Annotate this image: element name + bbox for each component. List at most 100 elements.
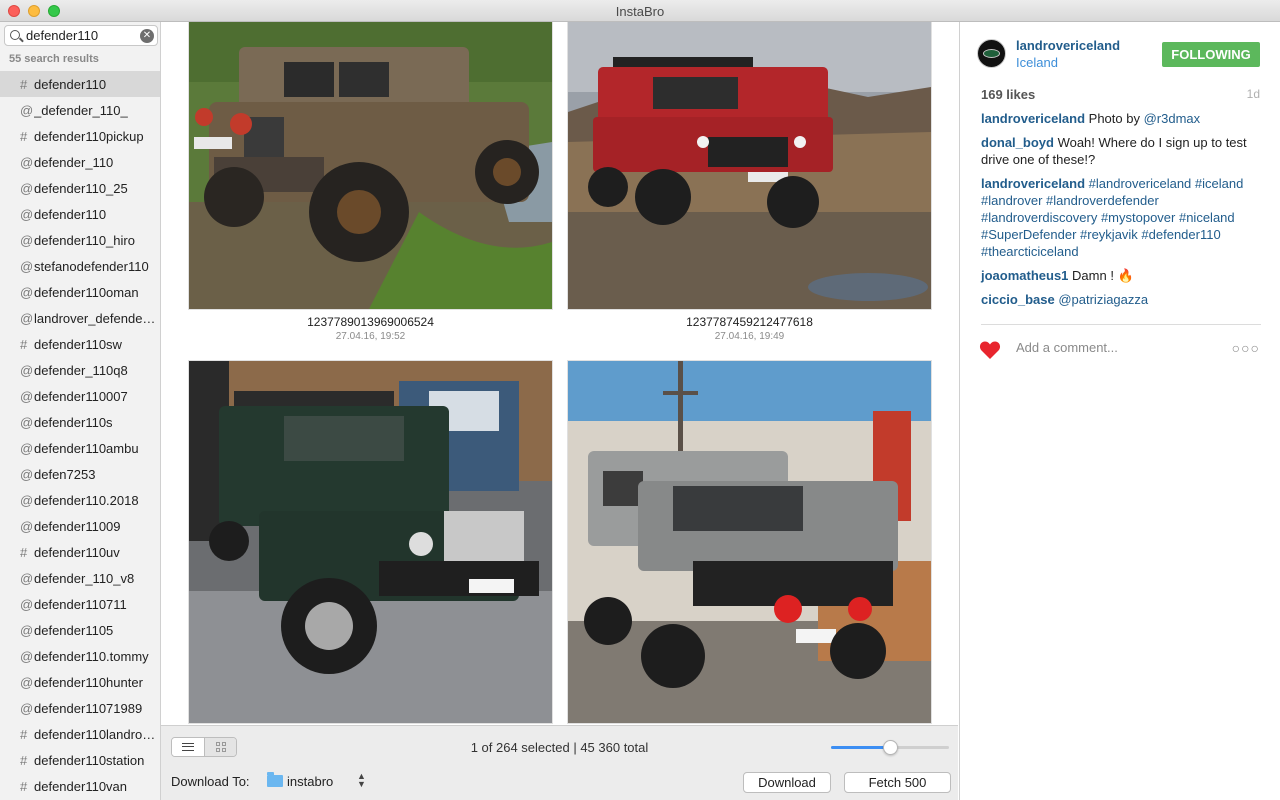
search-result-item[interactable]: # defender110station [0, 747, 160, 773]
search-result-item[interactable]: @ _defender_110_ [0, 97, 160, 123]
photo-tile[interactable] [568, 22, 931, 309]
post-detail-panel: landrovericeland Iceland FOLLOWING 169 l… [959, 22, 1280, 800]
popup-arrows-icon[interactable]: ▲ ▼ [357, 772, 366, 789]
search-result-item[interactable]: # defender110van [0, 773, 160, 799]
photo-id: 1237787459212477618 [686, 315, 813, 329]
window-title: InstaBro [615, 4, 665, 19]
search-result-label: defender110hunter [34, 674, 143, 690]
search-result-item[interactable]: @ defender11009 [0, 513, 160, 539]
search-result-item[interactable]: # defender110 [0, 71, 160, 97]
search-result-label: defender110 [34, 206, 107, 222]
download-button[interactable]: Download [743, 772, 831, 793]
photo-tile[interactable] [189, 22, 552, 309]
search-result-item[interactable]: @ defender110hunter [0, 669, 160, 695]
search-result-label: defender110 [34, 76, 107, 92]
search-result-label: defender110s [34, 414, 113, 430]
search-result-item[interactable]: @ defender110s [0, 409, 160, 435]
user-icon: @ [20, 596, 34, 612]
search-result-item[interactable]: @ defender110007 [0, 383, 160, 409]
comment-tags[interactable]: @patriziagazza [1055, 292, 1148, 307]
comment-text: Damn ! 🔥 [1068, 268, 1134, 283]
search-result-label: defender110.tommy [34, 648, 149, 664]
user-icon: @ [20, 102, 34, 118]
likes-count: 169 likes [981, 87, 1036, 102]
post-location[interactable]: Iceland [1016, 55, 1058, 70]
search-result-label: defender110_hiro [34, 232, 135, 248]
search-result-label: defender1105 [34, 622, 114, 638]
download-folder-select[interactable]: instabro [287, 774, 333, 789]
hashtag-icon: # [20, 726, 28, 742]
zoom-slider[interactable] [831, 740, 951, 755]
search-result-label: defender110sw [34, 336, 122, 352]
hashtag-icon: # [20, 128, 28, 144]
search-result-item[interactable]: @ defender1105 [0, 617, 160, 643]
search-result-item[interactable]: @ defender110_25 [0, 175, 160, 201]
more-options-icon[interactable]: ○○○ [1232, 340, 1260, 356]
bottom-toolbar: 1 of 264 selected | 45 360 total Downloa… [161, 725, 958, 800]
search-result-item[interactable]: @ stefanodefender110 [0, 253, 160, 279]
search-result-item[interactable]: @ defender110ambu [0, 435, 160, 461]
photo-tile[interactable] [189, 361, 552, 723]
search-input[interactable] [26, 27, 136, 44]
comment-author[interactable]: landrovericeland [981, 176, 1085, 191]
comment-author[interactable]: landrovericeland [981, 111, 1085, 126]
search-result-label: defender11009 [34, 518, 121, 534]
comment-author[interactable]: joaomatheus1 [981, 268, 1068, 283]
comments-list: landrovericeland Photo by @r3dmax donal_b… [981, 110, 1266, 315]
user-icon: @ [20, 518, 34, 534]
search-result-item[interactable]: @ defender_110_v8 [0, 565, 160, 591]
search-result-label: defender110oman [34, 284, 139, 300]
following-button[interactable]: FOLLOWING [1162, 42, 1260, 67]
photo-caption: 1237789013969006524 27.04.16, 19:52 [189, 315, 552, 342]
search-result-item[interactable]: @ defender110_hiro [0, 227, 160, 253]
folder-icon [267, 772, 283, 787]
search-result-item[interactable]: @ defender110711 [0, 591, 160, 617]
avatar[interactable] [977, 39, 1006, 68]
search-result-label: defender110.2018 [34, 492, 139, 508]
user-icon: @ [20, 232, 34, 248]
comment: landrovericeland Photo by @r3dmax [981, 110, 1266, 127]
title-bar: InstaBro [0, 0, 1280, 22]
add-comment-input[interactable]: Add a comment... [1016, 340, 1118, 355]
search-result-label: stefanodefender110 [34, 258, 149, 274]
search-sidebar: ✕ 55 search results #defender110@_defend… [0, 22, 161, 800]
hashtag-icon: # [20, 336, 28, 352]
user-icon: @ [20, 414, 34, 430]
photo-id: 1237789013969006524 [307, 315, 434, 329]
download-to-label: Download To: [171, 774, 250, 789]
search-result-item[interactable]: @ defender11071989 [0, 695, 160, 721]
search-results-list: # defender110 @ _defender_110_ # defender110p… [0, 71, 160, 799]
search-result-item[interactable]: @ defender110oman [0, 279, 160, 305]
search-result-item[interactable]: @ defender110 [0, 201, 160, 227]
post-username[interactable]: landrovericeland [1016, 38, 1120, 53]
user-icon: @ [20, 362, 34, 378]
comment-author[interactable]: donal_boyd [981, 135, 1054, 150]
slider-fill [831, 746, 890, 749]
search-icon [10, 30, 20, 40]
user-icon: @ [20, 622, 34, 638]
clear-search-icon[interactable]: ✕ [140, 29, 154, 43]
search-result-item[interactable]: @ defen7253 [0, 461, 160, 487]
photo-caption: 1237787459212477618 27.04.16, 19:49 [568, 315, 931, 342]
search-result-item[interactable]: @ defender_110q8 [0, 357, 160, 383]
search-result-item[interactable]: # defender110sw [0, 331, 160, 357]
fetch-button[interactable]: Fetch 500 [844, 772, 951, 793]
like-heart-icon[interactable] [979, 340, 1001, 360]
search-result-item[interactable]: @ defender110.2018 [0, 487, 160, 513]
search-result-item[interactable]: @ defender_110 [0, 149, 160, 175]
slider-knob[interactable] [883, 740, 898, 755]
search-result-label: defender_110q8 [34, 362, 128, 378]
search-result-label: defender_110_v8 [34, 570, 135, 586]
search-result-item[interactable]: # defender110uv [0, 539, 160, 565]
search-result-item[interactable]: # defender110landrover [0, 721, 160, 747]
user-icon: @ [20, 206, 34, 222]
search-result-item[interactable]: @ defender110.tommy [0, 643, 160, 669]
search-result-label: defender110uv [34, 544, 120, 560]
search-result-item[interactable]: @ landrover_defender110 [0, 305, 160, 331]
comment-tags[interactable]: @r3dmax [1144, 111, 1201, 126]
search-result-item[interactable]: # defender110pickup [0, 123, 160, 149]
comment-author[interactable]: ciccio_base [981, 292, 1055, 307]
photo-tile[interactable] [568, 361, 931, 723]
search-result-label: defender11071989 [34, 700, 143, 716]
comment: joaomatheus1 Damn ! 🔥 [981, 267, 1266, 284]
